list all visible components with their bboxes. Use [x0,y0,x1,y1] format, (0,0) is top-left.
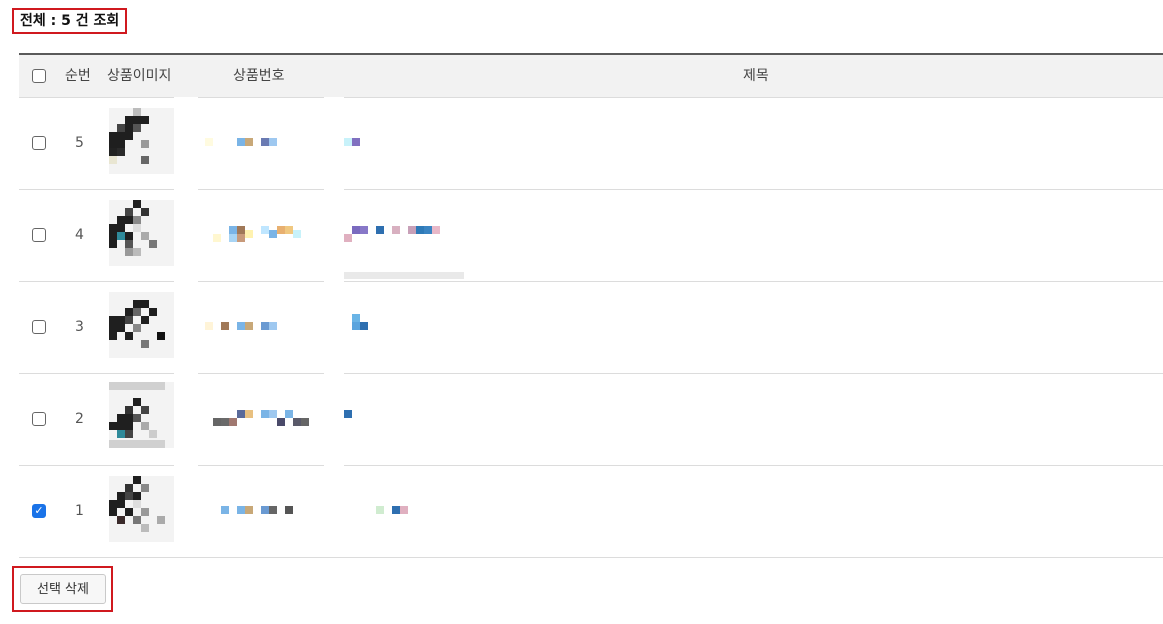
product-thumbnail [109,382,175,448]
header-product-code: 상품번호 [233,68,285,84]
row-number: 4 [75,227,84,243]
product-thumbnail [109,108,175,174]
product-thumbnail [109,200,175,266]
row-checkbox[interactable] [32,228,46,242]
product-table: 순번 상품이미지 상품번호 제목 5 4 3 2 ✓ 1 [19,53,1163,558]
row-number: 1 [75,503,84,519]
header-number: 순번 [65,68,91,84]
table-header: 순번 상품이미지 상품번호 제목 [19,55,1163,98]
select-all-checkbox[interactable] [32,69,46,83]
product-thumbnail [109,292,175,358]
product-thumbnail [109,476,175,542]
row-checkbox[interactable]: ✓ [32,504,46,518]
total-count-label: 전체 : 5 건 조회 [12,8,128,34]
row-checkbox[interactable] [32,136,46,150]
header-title: 제목 [743,68,769,84]
row-number: 3 [75,319,84,335]
delete-button-highlight: 선택 삭제 [12,566,113,612]
delete-selected-button[interactable]: 선택 삭제 [20,574,106,604]
row-checkbox[interactable] [32,412,46,426]
row-number: 2 [75,411,84,427]
row-checkbox[interactable] [32,320,46,334]
header-image: 상품이미지 [107,68,172,84]
row-number: 5 [75,135,84,151]
